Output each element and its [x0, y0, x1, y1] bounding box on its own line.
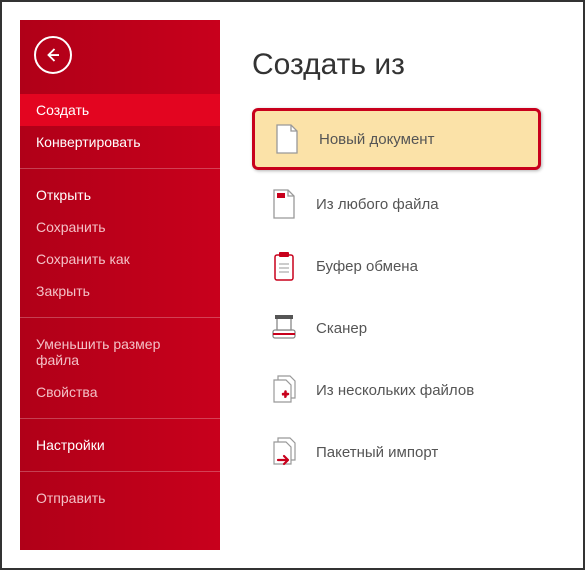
create-option[interactable]: Буфер обмена [252, 238, 541, 294]
page-title: Создать из [252, 48, 541, 82]
sidebar-item[interactable]: Отправить [20, 482, 220, 514]
sidebar-item[interactable]: Настройки [20, 429, 220, 461]
main-panel: Создать из Новый документ Из любого файла… [220, 20, 565, 550]
option-label: Из нескольких файлов [316, 382, 474, 399]
sidebar-item[interactable]: Уменьшить размер файла [20, 328, 220, 376]
sidebar-separator [20, 471, 220, 472]
back-button[interactable] [34, 36, 72, 74]
option-label: Из любого файла [316, 196, 439, 213]
arrow-left-icon [44, 46, 62, 64]
sidebar-item[interactable]: Закрыть [20, 275, 220, 307]
sidebar-separator [20, 418, 220, 419]
multi-file-icon: + [270, 374, 298, 406]
option-label: Сканер [316, 320, 367, 337]
sidebar-item[interactable]: Открыть [20, 179, 220, 211]
file-icon [270, 188, 298, 220]
batch-import-icon [270, 436, 298, 468]
create-option[interactable]: Пакетный импорт [252, 424, 541, 480]
sidebar-item[interactable]: Сохранить как [20, 243, 220, 275]
scanner-icon [270, 312, 298, 344]
file-icon [270, 188, 298, 220]
sidebar-item[interactable]: Создать [20, 94, 220, 126]
sidebar-item[interactable]: Конвертировать [20, 126, 220, 158]
create-option[interactable]: Сканер [252, 300, 541, 356]
blank-document-icon [273, 123, 301, 155]
window-body: СоздатьКонвертировать ОткрытьСохранитьСох… [20, 20, 565, 550]
sidebar-separator [20, 168, 220, 169]
sidebar: СоздатьКонвертировать ОткрытьСохранитьСох… [20, 20, 220, 550]
scanner-icon [270, 312, 298, 344]
create-option[interactable]: + Из нескольких файлов [252, 362, 541, 418]
sidebar-item[interactable]: Сохранить [20, 211, 220, 243]
option-label: Пакетный импорт [316, 444, 438, 461]
clipboard-icon [270, 250, 298, 282]
clipboard-icon [270, 250, 298, 282]
sidebar-separator [20, 317, 220, 318]
option-label: Новый документ [319, 131, 434, 148]
window-frame: СоздатьКонвертировать ОткрытьСохранитьСох… [0, 0, 585, 570]
blank-document-icon [273, 123, 301, 155]
batch-import-icon [270, 436, 298, 468]
create-option[interactable]: Новый документ [252, 108, 541, 170]
svg-text:+: + [281, 388, 288, 402]
sidebar-item[interactable]: Свойства [20, 376, 220, 408]
option-label: Буфер обмена [316, 258, 418, 275]
create-option[interactable]: Из любого файла [252, 176, 541, 232]
multi-file-icon: + [270, 374, 298, 406]
